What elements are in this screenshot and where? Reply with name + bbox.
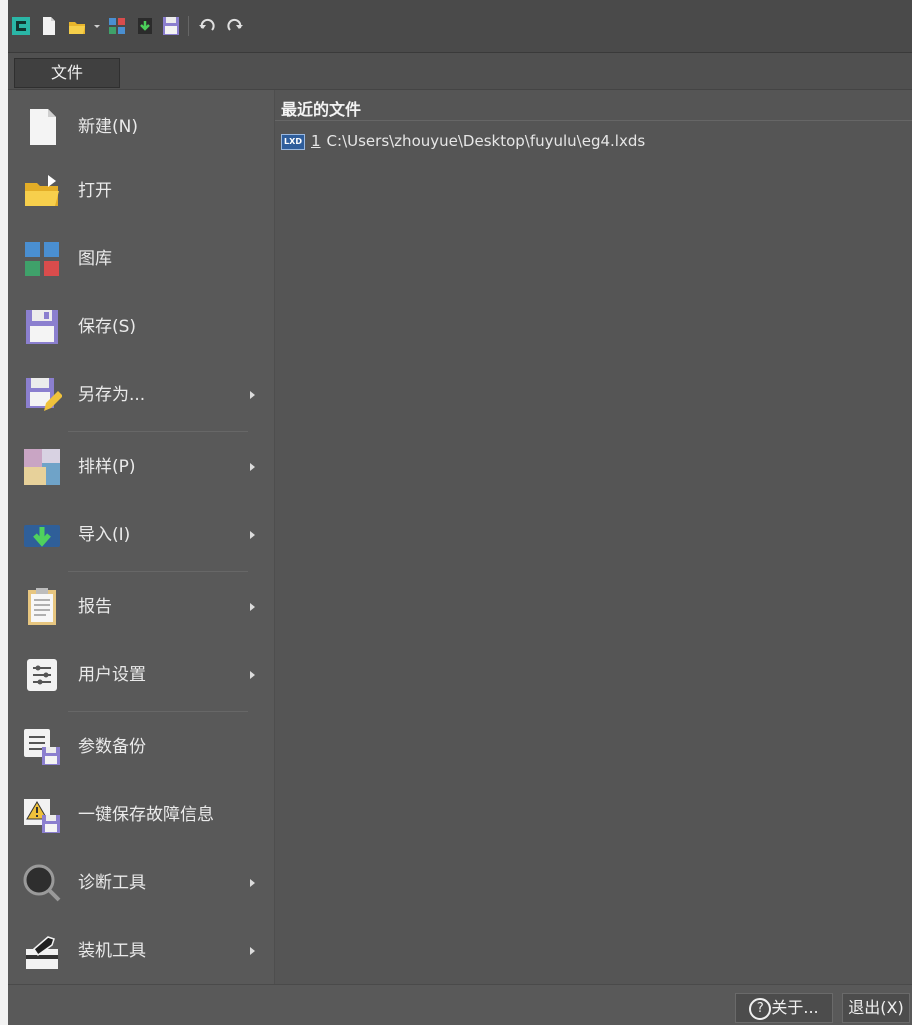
gallery-icon[interactable]: [108, 16, 126, 36]
menu-item-label: 一键保存故障信息: [78, 805, 214, 825]
menu-item-user-settings[interactable]: 用户设置: [8, 643, 273, 707]
submenu-arrow-icon: [250, 463, 255, 471]
nesting-icon: [24, 449, 60, 485]
menu-item-diagnostic-tools[interactable]: 诊断工具: [8, 851, 273, 915]
lxd-file-icon: LXD: [281, 133, 305, 150]
about-button[interactable]: ? 关于...: [735, 993, 833, 1023]
redo-icon[interactable]: [226, 16, 244, 36]
menu-item-label: 打开: [78, 181, 112, 201]
menu-item-label: 新建(N): [78, 117, 138, 137]
report-icon: [28, 588, 56, 625]
menu-item-label: 参数备份: [78, 737, 146, 757]
install-tool-icon: [26, 936, 58, 969]
help-icon: ?: [749, 997, 772, 1020]
about-button-label: 关于...: [771, 998, 819, 1017]
menu-item-gallery[interactable]: 图库: [8, 227, 273, 291]
new-file-icon: [30, 109, 56, 145]
import-icon: [24, 525, 60, 547]
menu-separator: [68, 571, 248, 572]
recent-file-path: C:\Users\zhouyue\Desktop\fuyulu\eg4.lxds: [326, 132, 646, 150]
menu-item-new[interactable]: 新建(N): [8, 95, 273, 159]
parameter-backup-icon: [24, 729, 60, 765]
menu-item-label: 图库: [78, 249, 112, 269]
menu-item-label: 装机工具: [78, 941, 146, 961]
file-menu: 新建(N) 打开 图库 保存(S) 另存为... 排样(P) 导入(I) 报告 …: [8, 90, 273, 984]
import-icon[interactable]: [136, 16, 154, 36]
save-icon[interactable]: [162, 16, 180, 36]
menu-item-save[interactable]: 保存(S): [8, 295, 273, 359]
submenu-arrow-icon: [250, 879, 255, 887]
new-file-icon[interactable]: [40, 16, 58, 36]
gallery-icon: [25, 242, 59, 276]
open-folder-icon[interactable]: [68, 16, 86, 36]
recent-files-panel: 最近的文件 LXD 1 C:\Users\zhouyue\Desktop\fuyul…: [274, 90, 912, 984]
save-fault-info-icon: [24, 799, 60, 833]
exit-button[interactable]: 退出(X): [842, 993, 910, 1023]
menu-item-report[interactable]: 报告: [8, 575, 273, 639]
recent-files-title: 最近的文件: [281, 100, 362, 119]
open-folder-icon: [25, 175, 59, 206]
menu-item-save-fault-info[interactable]: 一键保存故障信息: [8, 783, 273, 847]
file-tab[interactable]: 文件: [14, 58, 120, 88]
diagnostic-icon: [23, 864, 61, 902]
menu-separator: [68, 431, 248, 432]
recent-file-number: 1: [311, 132, 321, 150]
menu-item-label: 诊断工具: [78, 873, 146, 893]
menu-item-label: 保存(S): [78, 317, 137, 337]
submenu-arrow-icon: [250, 603, 255, 611]
menu-item-label: 用户设置: [78, 665, 146, 685]
menu-item-save-as[interactable]: 另存为...: [8, 363, 273, 427]
menu-item-nesting[interactable]: 排样(P): [8, 435, 273, 499]
bottom-bar: ? 关于... 退出(X): [8, 984, 912, 1025]
submenu-arrow-icon: [250, 531, 255, 539]
menu-separator: [68, 711, 248, 712]
menu-item-label: 报告: [78, 597, 112, 617]
menu-item-install-tools[interactable]: 装机工具: [8, 919, 273, 983]
dropdown-arrow-icon[interactable]: [92, 16, 102, 36]
ribbon-tab-bar: 文件: [8, 53, 912, 90]
recent-files-divider: [275, 120, 912, 121]
app-logo-icon[interactable]: [12, 16, 30, 36]
menu-item-label: 排样(P): [78, 457, 136, 477]
submenu-arrow-icon: [250, 671, 255, 679]
submenu-arrow-icon: [250, 947, 255, 955]
submenu-arrow-icon: [250, 391, 255, 399]
menu-item-import[interactable]: 导入(I): [8, 503, 273, 567]
application-window: 文件 新建(N) 打开 图库 保存(S) 另存为... 排样(P) 导入(I) …: [8, 0, 912, 1025]
recent-file-item[interactable]: LXD 1 C:\Users\zhouyue\Desktop\fuyulu\eg4.…: [281, 130, 645, 152]
menu-item-parameter-backup[interactable]: 参数备份: [8, 715, 273, 779]
quick-access-toolbar: [8, 0, 912, 53]
undo-icon[interactable]: [198, 16, 216, 36]
menu-item-label: 另存为...: [78, 385, 146, 405]
save-as-icon: [26, 378, 62, 411]
user-settings-icon: [27, 659, 57, 691]
save-icon: [26, 310, 58, 344]
menu-item-open[interactable]: 打开: [8, 159, 273, 223]
menu-item-label: 导入(I): [78, 525, 131, 545]
toolbar-separator: [188, 16, 189, 36]
